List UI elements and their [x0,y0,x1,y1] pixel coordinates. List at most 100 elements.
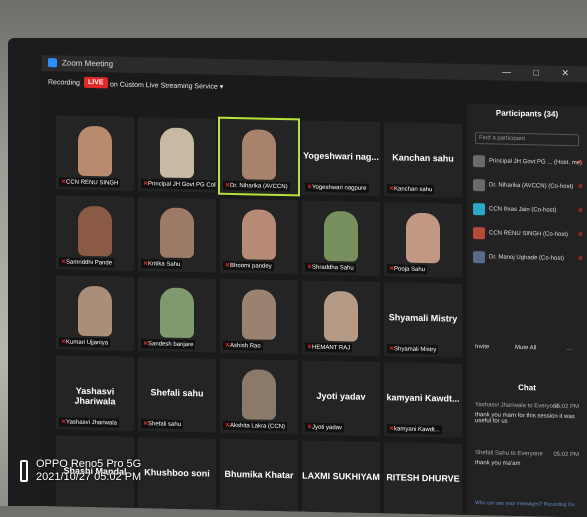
recording-indicator: Recording [48,79,80,87]
participant-video [242,209,276,260]
participant-display-name: Jyoti yadav [316,390,366,402]
participant-video [324,290,358,342]
participant-name-label: Shefali sahu [141,419,184,429]
mute-all-button[interactable]: Mute All [515,345,536,351]
video-tile[interactable]: CCN RENU SINGH [56,115,134,191]
participant-name-label: HEMANT RAJ [305,342,353,353]
participant-row[interactable]: Dr. Niharika (AVCCN) (Co-host) ✕ [473,178,583,198]
video-tile[interactable]: Sandesh banjare [138,277,216,353]
video-tile[interactable]: Dr. Niharika (AVCCN) [218,116,300,197]
video-tile[interactable]: Bhoomi pandey [220,198,298,275]
chat-text: thank you ma'am [475,460,521,468]
avatar [473,227,485,240]
participant-name-label: Akshita Lakra (CCN) [223,420,288,432]
muted-mic-icon[interactable]: ✕ [578,231,583,238]
video-tile[interactable]: kamyani Kawdt... kamyani Kawdt... [384,362,462,438]
participant-video [242,369,276,420]
photo-timestamp: 2021/10/27 05:02 PM [36,471,142,483]
muted-mic-icon[interactable]: ✕ [578,207,583,214]
chat-time: 05:02 PM [553,403,579,411]
participant-video [160,287,194,339]
video-tile[interactable]: Shefali sahu Shefali sahu [138,357,216,433]
laptop-screen: Zoom Meeting — □ ✕ Recording LIVE on Cus… [42,55,587,517]
participant-list: Principal JH Govt PG ... (Host, me) ✕ Dr. … [467,104,587,264]
window-title: Zoom Meeting [62,58,114,69]
participant-display-name: Shefali sahu [150,387,204,399]
participant-display-name: Kanchan sahu [392,152,454,164]
participant-row[interactable]: Dr. Manoj Ughade (Co-host) ✕ [473,250,583,270]
participant-name: Principal JH Govt PG ... (Host, me) [489,158,583,167]
participant-video [406,212,440,264]
video-tile[interactable]: Kumari Ujjaniya [56,275,134,351]
video-tile[interactable]: Samriddhi Pande [56,195,134,271]
video-tile[interactable]: Shyamali Mistry Shyamali Mistry [384,282,462,358]
window-controls[interactable]: — □ ✕ [502,67,579,80]
muted-mic-icon[interactable]: ✕ [578,255,583,262]
participant-name-label: Kritika Sahu [141,259,183,269]
video-tile[interactable]: Pooja Sahu [384,202,462,278]
avatar [473,179,485,192]
avatar [473,203,485,216]
chat-message: Yashasvi Jhariwala to Everyone 05:02 PM th… [475,402,579,425]
participant-name-label: Yashasvi Jhariwala [59,417,119,428]
participants-title: Participants (34) [495,108,559,119]
muted-mic-icon[interactable]: ✕ [578,183,583,190]
participant-video [324,210,358,262]
participant-display-name: Yogeshwari nag... [303,150,379,163]
video-tile[interactable]: HEMANT RAJ [302,280,380,357]
participant-video [242,289,276,340]
participant-name: Dr. Niharika (AVCCN) (Co-host) [489,182,574,191]
muted-mic-icon[interactable]: ✕ [578,159,583,166]
participant-display-name: LAXMI SUKHIYAM [302,470,380,483]
participant-display-name: Khushboo soni [144,467,210,479]
find-participant-input[interactable]: Find a participant [475,132,579,147]
video-tile[interactable]: LAXMI SUKHIYAM [302,440,380,517]
chat-footer[interactable]: Who can see your messages? Recording On [475,500,575,508]
more-button[interactable]: ... [567,346,572,352]
video-tile[interactable]: Kanchan sahu Kanchan sahu [384,122,462,198]
participant-row[interactable]: Principal JH Govt PG ... (Host, me) ✕ [473,154,583,174]
participant-display-name: Bhumika Khatar [224,468,294,481]
video-tile[interactable]: Khushboo soni [138,437,216,513]
video-gallery: CCN RENU SINGH Principal JH Govt PG Colle… [56,115,466,517]
participant-actions: Invite Mute All ... [475,344,579,352]
chat-text: thank you mam for this session it was us… [475,412,575,425]
streaming-dropdown[interactable]: on Custom Live Streaming Service ▾ [110,80,223,90]
participant-name-label: Kumari Ujjaniya [59,337,111,348]
chat-message: Shefali Sahu to Everyone 05:02 PM thank yo… [475,450,579,467]
participant-row[interactable]: CCN RENU SINGH (Co-host) ✕ [473,226,583,246]
video-tile[interactable]: Yogeshwari nag... Yogeshwari nagpure [302,120,380,197]
video-tile[interactable]: Principal JH Govt PG Colle... [138,117,216,193]
live-badge: LIVE [84,76,108,89]
phone-logo-icon [20,460,28,482]
participant-video [242,129,276,180]
participant-name: CCN RENU SINGH (Co-host) [489,230,569,239]
participant-name-label: kamyani Kawdt... [387,424,442,435]
participant-video [78,285,112,337]
zoom-logo-icon [48,58,57,68]
participant-name-label: Samriddhi Pande [59,257,115,268]
video-tile[interactable]: Yashasvi Jhariwala Yashasvi Jhariwala [56,355,134,431]
participant-name-label: Shraddha Sahu [305,262,356,273]
video-tile[interactable]: Ashish Rao [220,278,298,355]
video-tile[interactable]: Kritika Sahu [138,197,216,273]
video-tile[interactable]: Shraddha Sahu [302,200,380,277]
participant-name: Dr. Manoj Ughade (Co-host) [489,254,565,262]
participant-video [78,125,112,177]
participant-display-name: RITESH DHURVE [386,472,460,484]
participant-name-label: CCN RENU SINGH [59,177,121,188]
video-tile[interactable]: Akshita Lakra (CCN) [220,358,298,435]
participant-row[interactable]: CCN Ihras Jain (Co-host) ✕ [473,202,583,222]
chat-sender: Shefali Sahu to Everyone [475,450,543,458]
avatar [473,251,485,264]
participant-name: CCN Ihras Jain (Co-host) [489,206,557,214]
participant-name-label: Sandesh banjare [141,339,196,350]
participant-name-label: Yogeshwari nagpure [305,182,369,193]
participant-name-label: Principal JH Govt PG Colle... [141,179,216,190]
participant-name-label: Jyoti yadav [305,422,345,433]
video-tile[interactable]: Jyoti yadav Jyoti yadav [302,360,380,437]
video-tile[interactable]: Bhumika Khatar [220,438,298,515]
invite-button[interactable]: Invite [475,344,489,350]
participant-display-name: kamyani Kawdt... [386,392,460,404]
participant-name-label: Dr. Niharika (AVCCN) [223,180,290,192]
